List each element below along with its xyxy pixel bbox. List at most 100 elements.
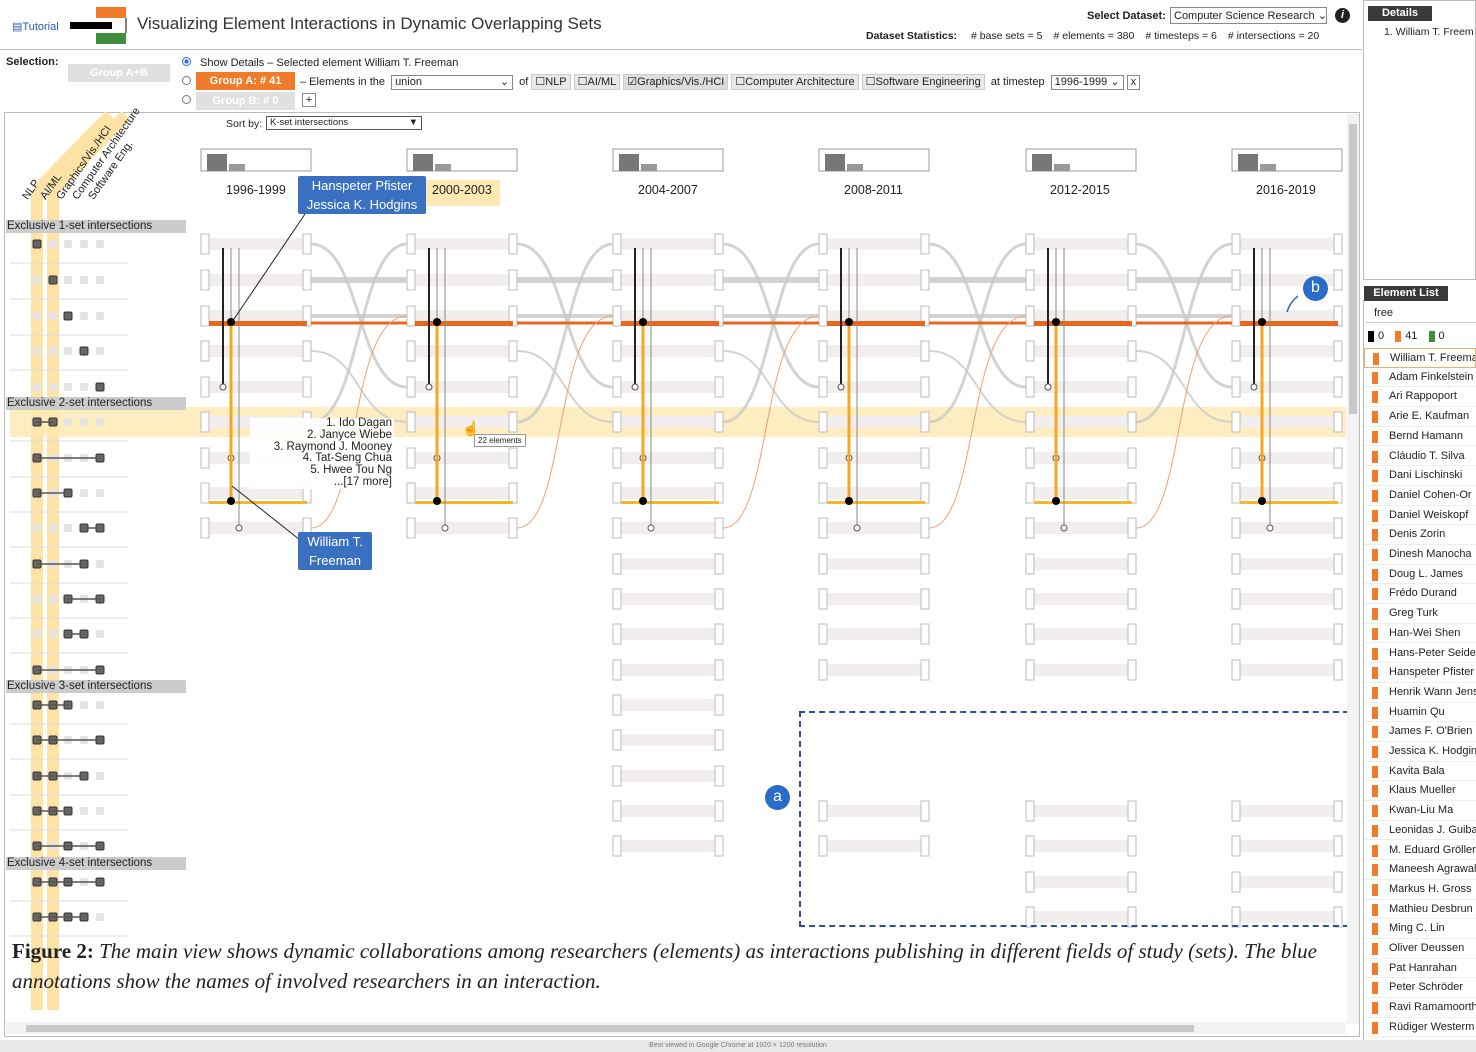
histogram-bar [1238, 154, 1258, 171]
element-list-item[interactable]: Daniel Cohen-Or [1364, 486, 1476, 506]
matrix-cell [49, 595, 57, 603]
timestep-label[interactable]: 1996-1999 [226, 183, 286, 197]
intersection-bar-cap [714, 447, 724, 469]
group-marker [1372, 430, 1378, 443]
intersection-bar-cap [1333, 588, 1343, 610]
element-list-item[interactable]: Denis Zorin [1364, 525, 1476, 545]
group-marker [1372, 686, 1378, 699]
element-list-item[interactable]: Ravi Ramamoorth [1364, 998, 1476, 1018]
intersection-bar-cap [200, 482, 210, 504]
intersection-bar-cap [920, 553, 930, 575]
intersection-bar-cap [508, 482, 518, 504]
intersection-bar-cap [1127, 447, 1137, 469]
element-list-item[interactable]: Klaus Mueller [1364, 781, 1476, 802]
element-list-item[interactable]: Bernd Hamann [1364, 426, 1476, 447]
element-list-item[interactable]: Dinesh Manocha [1364, 545, 1476, 565]
element-list-item[interactable]: Hanspeter Pfister [1364, 663, 1476, 683]
element-list-item[interactable]: Kavita Bala [1364, 762, 1476, 782]
element-list-item[interactable]: Pat Hanrahan [1364, 959, 1476, 979]
element-list-item[interactable]: Huamin Qu [1364, 702, 1476, 723]
intersection-bar [617, 522, 719, 534]
element-list-item[interactable]: James F. O'Brien [1364, 722, 1476, 742]
histogram-bar [1054, 164, 1070, 171]
intersection-bar-cap [612, 623, 622, 645]
element-name: M. Eduard Gröller [1389, 843, 1476, 856]
element-list-item[interactable]: Oliver Deussen [1364, 939, 1476, 959]
element-list-item[interactable]: Henrik Wann Jens [1364, 683, 1476, 703]
intersection-bar-cap [714, 233, 724, 255]
element-filter-input[interactable]: free [1366, 305, 1476, 323]
intersection-bar [617, 487, 719, 499]
intersection-bar-cap [1127, 517, 1137, 539]
details-item: 1. William T. Freem [1384, 26, 1474, 38]
element-list-item[interactable]: Jessica K. Hodgin [1364, 742, 1476, 762]
element-list-item[interactable]: M. Eduard Gröller [1364, 841, 1476, 861]
intersection-bar-cap [818, 482, 828, 504]
intersection-bar [1030, 310, 1132, 322]
group-marker [1372, 765, 1378, 778]
element-list-item[interactable]: Frédo Durand [1364, 584, 1476, 605]
intersection-bar [205, 274, 307, 286]
element-list-item[interactable]: Ari Rappoport [1364, 387, 1476, 408]
intersection-bar-cap [508, 447, 518, 469]
intersection-bar-cap [1231, 411, 1241, 433]
element-name: Klaus Mueller [1389, 784, 1456, 797]
intersection-bar-cap [920, 482, 930, 504]
intersection-bar [1030, 664, 1132, 676]
element-node [441, 524, 449, 532]
intersection-bar-cap [1127, 340, 1137, 362]
timestep-label[interactable]: 2016-2019 [1256, 183, 1316, 197]
group-counts: 0 41 0 [1368, 330, 1445, 342]
timestep-label[interactable]: 2004-2007 [638, 183, 698, 197]
histogram-bar [847, 164, 863, 171]
intersection-bar-cap [1333, 482, 1343, 504]
details-tab[interactable]: Details [1368, 6, 1432, 21]
matrix-cell [64, 240, 72, 248]
element-list-item[interactable]: Peter Schröder [1364, 978, 1476, 999]
element-list-tab[interactable]: Element List [1364, 286, 1448, 301]
intersection-bar [1030, 416, 1132, 428]
element-list-item[interactable]: Dani Lischinski [1364, 466, 1476, 486]
element-list-item[interactable]: Maneesh Agrawal [1364, 860, 1476, 880]
intersection-bar-cap [302, 233, 312, 255]
element-list-item[interactable]: Han-Wei Shen [1364, 623, 1476, 644]
element-node [1060, 524, 1068, 532]
element-list-item[interactable]: Cláudio T. Silva [1364, 447, 1476, 467]
element-list-item[interactable]: Greg Turk [1364, 604, 1476, 624]
horizontal-scroll-thumb[interactable] [26, 1025, 1194, 1032]
intersection-bar-cap [612, 340, 622, 362]
timestep-label[interactable]: 2000-2003 [432, 183, 492, 197]
intersection-bar [617, 452, 719, 464]
intersection-bar [1236, 238, 1338, 250]
intersection-bar [1236, 522, 1338, 534]
timestep-label[interactable]: 2008-2011 [844, 183, 903, 197]
element-list-item[interactable]: Rüdiger Westerm [1364, 1017, 1476, 1038]
group-marker [1372, 411, 1378, 424]
element-list-item[interactable]: Doug L. James [1364, 565, 1476, 585]
matrix-cell [80, 312, 88, 320]
intersection-bar-cap [302, 340, 312, 362]
element-list-item[interactable]: Mathieu Desbrun [1364, 899, 1476, 920]
element-list-item[interactable]: Adam Finkelstein [1364, 368, 1476, 388]
element-list-item[interactable]: Arie E. Kaufman [1364, 407, 1476, 427]
intersection-bar-cap [714, 588, 724, 610]
intersection-bar-cap [200, 411, 210, 433]
intersection-bar-cap [302, 269, 312, 291]
element-list-item[interactable]: Daniel Weiskopf [1364, 505, 1476, 526]
intersection-bar [1236, 664, 1338, 676]
vertical-scroll-thumb[interactable] [1349, 124, 1357, 414]
matrix-cell [96, 772, 104, 780]
element-list-item[interactable]: Ming C. Lin [1364, 919, 1476, 939]
element-list-item[interactable]: Leonidas J. Guiba [1364, 820, 1476, 841]
intersection-bar-cap [612, 553, 622, 575]
element-list-item[interactable]: William T. Freema [1364, 348, 1476, 368]
timestep-label[interactable]: 2012-2015 [1050, 183, 1110, 197]
element-list-item[interactable]: Hans-Peter Seide [1364, 644, 1476, 664]
sort-select[interactable]: K-set intersections ▼ [266, 116, 422, 130]
intersection-bar-cap [1231, 517, 1241, 539]
group-marker [1372, 667, 1378, 680]
element-list-item[interactable]: Markus H. Gross [1364, 880, 1476, 900]
histogram-bar [1260, 164, 1276, 171]
element-list-item[interactable]: Kwan-Liu Ma [1364, 801, 1476, 821]
group-marker [1372, 489, 1378, 502]
